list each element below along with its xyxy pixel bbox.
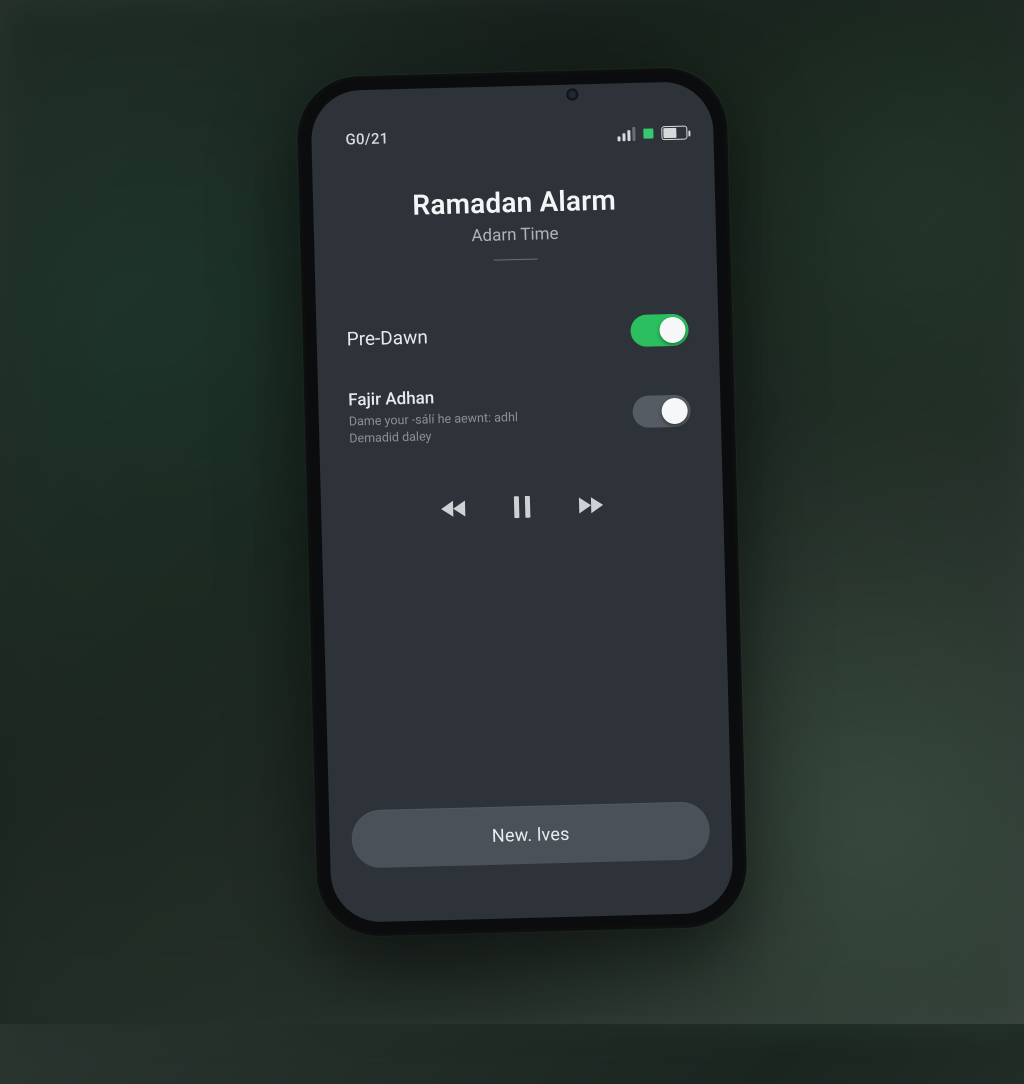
new-button[interactable]: New. lves	[351, 801, 710, 868]
battery-icon	[661, 126, 687, 141]
battery-level-icon	[643, 128, 653, 138]
toggle-predawn[interactable]	[630, 314, 689, 348]
phone-frame: G0/21 Ramadan Alarm Adarn Time Pre-Dawn	[296, 67, 748, 938]
screen: G0/21 Ramadan Alarm Adarn Time Pre-Dawn	[310, 81, 734, 923]
alarm-row-predawn: Pre-Dawn	[346, 296, 690, 373]
toggle-knob	[661, 398, 688, 425]
status-indicators	[617, 126, 687, 142]
page-title: Ramadan Alarm	[333, 181, 696, 223]
alarm-list: Pre-Dawn Fajir Adhan Dame your -sálí he …	[315, 265, 731, 811]
skip-back-icon[interactable]	[437, 491, 472, 526]
signal-icon	[617, 127, 635, 141]
status-time: G0/21	[345, 129, 389, 148]
status-bar: G0/21	[310, 81, 714, 156]
toggle-knob	[659, 317, 686, 344]
alarm-desc-fajr: Dame your -sálí he aewnt: adhl Demadid d…	[349, 407, 622, 448]
page-subtitle: Adarn Time	[334, 220, 696, 249]
new-button-label: New. lves	[492, 823, 570, 846]
pause-icon[interactable]	[505, 489, 540, 524]
toggle-fajr[interactable]	[632, 394, 691, 428]
footer: New. lves	[351, 801, 710, 868]
alarm-row-fajr: Fajir Adhan Dame your -sálí he aewnt: ad…	[348, 364, 692, 467]
alarm-label-fajr: Fajir Adhan	[348, 383, 620, 410]
alarm-label-predawn: Pre-Dawn	[346, 320, 619, 350]
page-header: Ramadan Alarm Adarn Time	[312, 145, 717, 275]
header-divider	[494, 259, 538, 261]
media-controls	[350, 457, 694, 546]
skip-forward-icon[interactable]	[573, 488, 608, 523]
